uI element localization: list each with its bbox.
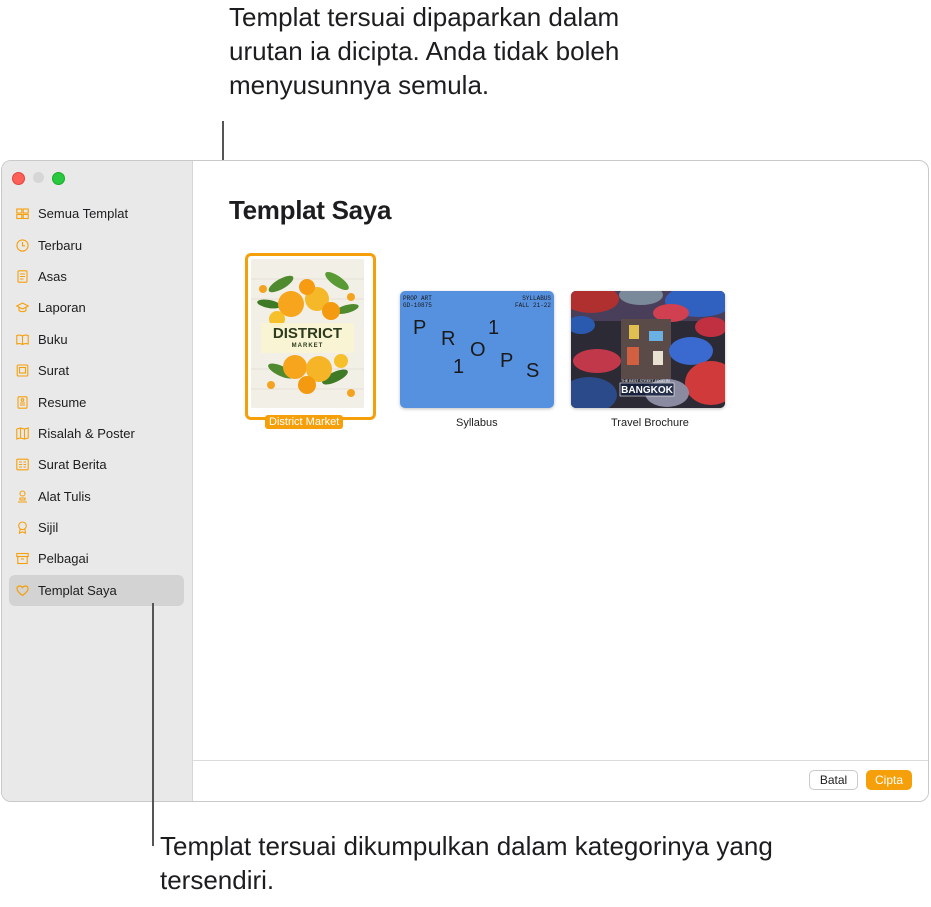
ribbon-icon [16,521,29,535]
sidebar-item-terbaru[interactable]: Terbaru [9,229,184,260]
syllabus-letter: S [526,360,539,382]
zoom-button[interactable] [52,172,65,185]
archive-box-icon [16,552,29,565]
syllabus-top-right-1: SYLLABUS [522,295,551,302]
sidebar-item-label: Templat Saya [38,582,117,598]
sidebar-item-resume[interactable]: Resume [9,386,184,417]
sidebar-item-label: Pelbagai [38,551,89,567]
callout-bottom: Templat tersuai dikumpulkan dalam katego… [160,831,773,895]
syllabus-top-left-2: GD-10875 [403,302,432,309]
travel-brochure-tagline: THE BEST STREET FOOD IN [621,379,670,383]
grid-icon [16,207,29,220]
district-market-cover: DISTRICT MARKET [251,259,364,408]
template-label-district-market: District Market [265,415,344,429]
template-thumbnail-district-market[interactable]: DISTRICT MARKET [245,253,376,420]
district-market-title: DISTRICT [273,325,342,342]
sidebar-item-label: Risalah & Poster [38,425,135,441]
sidebar-item-pelbagai[interactable]: Pelbagai [9,543,184,574]
sidebar-item-label: Surat [38,363,70,379]
district-market-subtitle: MARKET [292,343,324,349]
sidebar: Semua Templat Terbaru Asas Laporan Buku … [2,161,193,801]
syllabus-artwork: PROP ART GD-10875 SYLLABUS FALL 21-22 P … [403,295,551,382]
syllabus-letter: 1 [453,356,464,378]
heart-icon [16,584,29,597]
sidebar-item-label: Terbaru [38,237,83,253]
sidebar-item-label: Buku [38,331,68,347]
letter-icon [16,364,29,377]
template-label-syllabus: Syllabus [456,417,498,429]
sidebar-item-surat[interactable]: Surat [9,355,184,386]
syllabus-letter: O [470,339,486,361]
sidebar-item-laporan[interactable]: Laporan [9,292,184,323]
minimize-button[interactable] [33,172,44,183]
syllabus-top-left-1: PROP ART [403,295,432,302]
sidebar-item-label: Surat Berita [38,457,107,473]
syllabus-letter: R [441,328,455,350]
stationery-icon [16,490,29,503]
newsletter-icon [16,458,29,471]
document-icon [16,270,29,283]
syllabus-letter: P [500,350,513,372]
resume-icon [16,395,29,409]
sidebar-item-risalah-poster[interactable]: Risalah & Poster [9,418,184,449]
footer-bar: Batal Cipta [193,760,928,801]
graduation-cap-icon [16,301,29,314]
page-title: Templat Saya [229,195,392,225]
template-thumbnail-travel-brochure[interactable]: THE BEST STREET FOOD IN BANGKOK [571,291,725,408]
book-icon [16,333,29,346]
sidebar-item-label: Resume [38,394,87,410]
window-controls [12,172,65,185]
sidebar-item-label: Semua Templat [38,206,129,222]
create-button[interactable]: Cipta [866,770,912,790]
brochure-icon [16,427,29,440]
sidebar-item-buku[interactable]: Buku [9,324,184,355]
district-market-artwork: DISTRICT MARKET [251,259,364,408]
syllabus-letter: P [413,317,426,339]
template-label-travel-brochure: Travel Brochure [611,417,689,429]
syllabus-letter: 1 [488,317,499,339]
sidebar-item-label: Laporan [38,300,86,316]
sidebar-item-label: Sijil [38,520,59,536]
sidebar-item-asas[interactable]: Asas [9,261,184,292]
clock-icon [16,238,29,252]
sidebar-item-sijil[interactable]: Sijil [9,512,184,543]
sidebar-item-semua-templat[interactable]: Semua Templat [9,198,184,229]
syllabus-top-right-2: FALL 21-22 [515,302,551,309]
template-chooser-window: Semua Templat Terbaru Asas Laporan Buku … [1,160,929,802]
cancel-button[interactable]: Batal [809,770,858,790]
template-thumbnail-syllabus[interactable]: PROP ART GD-10875 SYLLABUS FALL 21-22 P … [400,291,554,408]
sidebar-item-label: Asas [38,268,67,284]
close-button[interactable] [12,172,25,185]
callout-bottom-line [152,603,154,846]
sidebar-item-alat-tulis[interactable]: Alat Tulis [9,481,184,512]
travel-brochure-artwork: THE BEST STREET FOOD IN BANGKOK [571,291,725,408]
callout-top: Templat tersuai dipaparkan dalam urutan … [229,2,620,100]
main-content: Templat Saya DISTRICT MARKET District Ma… [193,161,928,801]
category-list: Semua Templat Terbaru Asas Laporan Buku … [9,198,184,607]
sidebar-item-label: Alat Tulis [38,488,91,504]
travel-brochure-city: BANGKOK [621,385,673,396]
sidebar-item-templat-saya[interactable]: Templat Saya [9,574,184,607]
sidebar-item-surat-berita[interactable]: Surat Berita [9,449,184,480]
